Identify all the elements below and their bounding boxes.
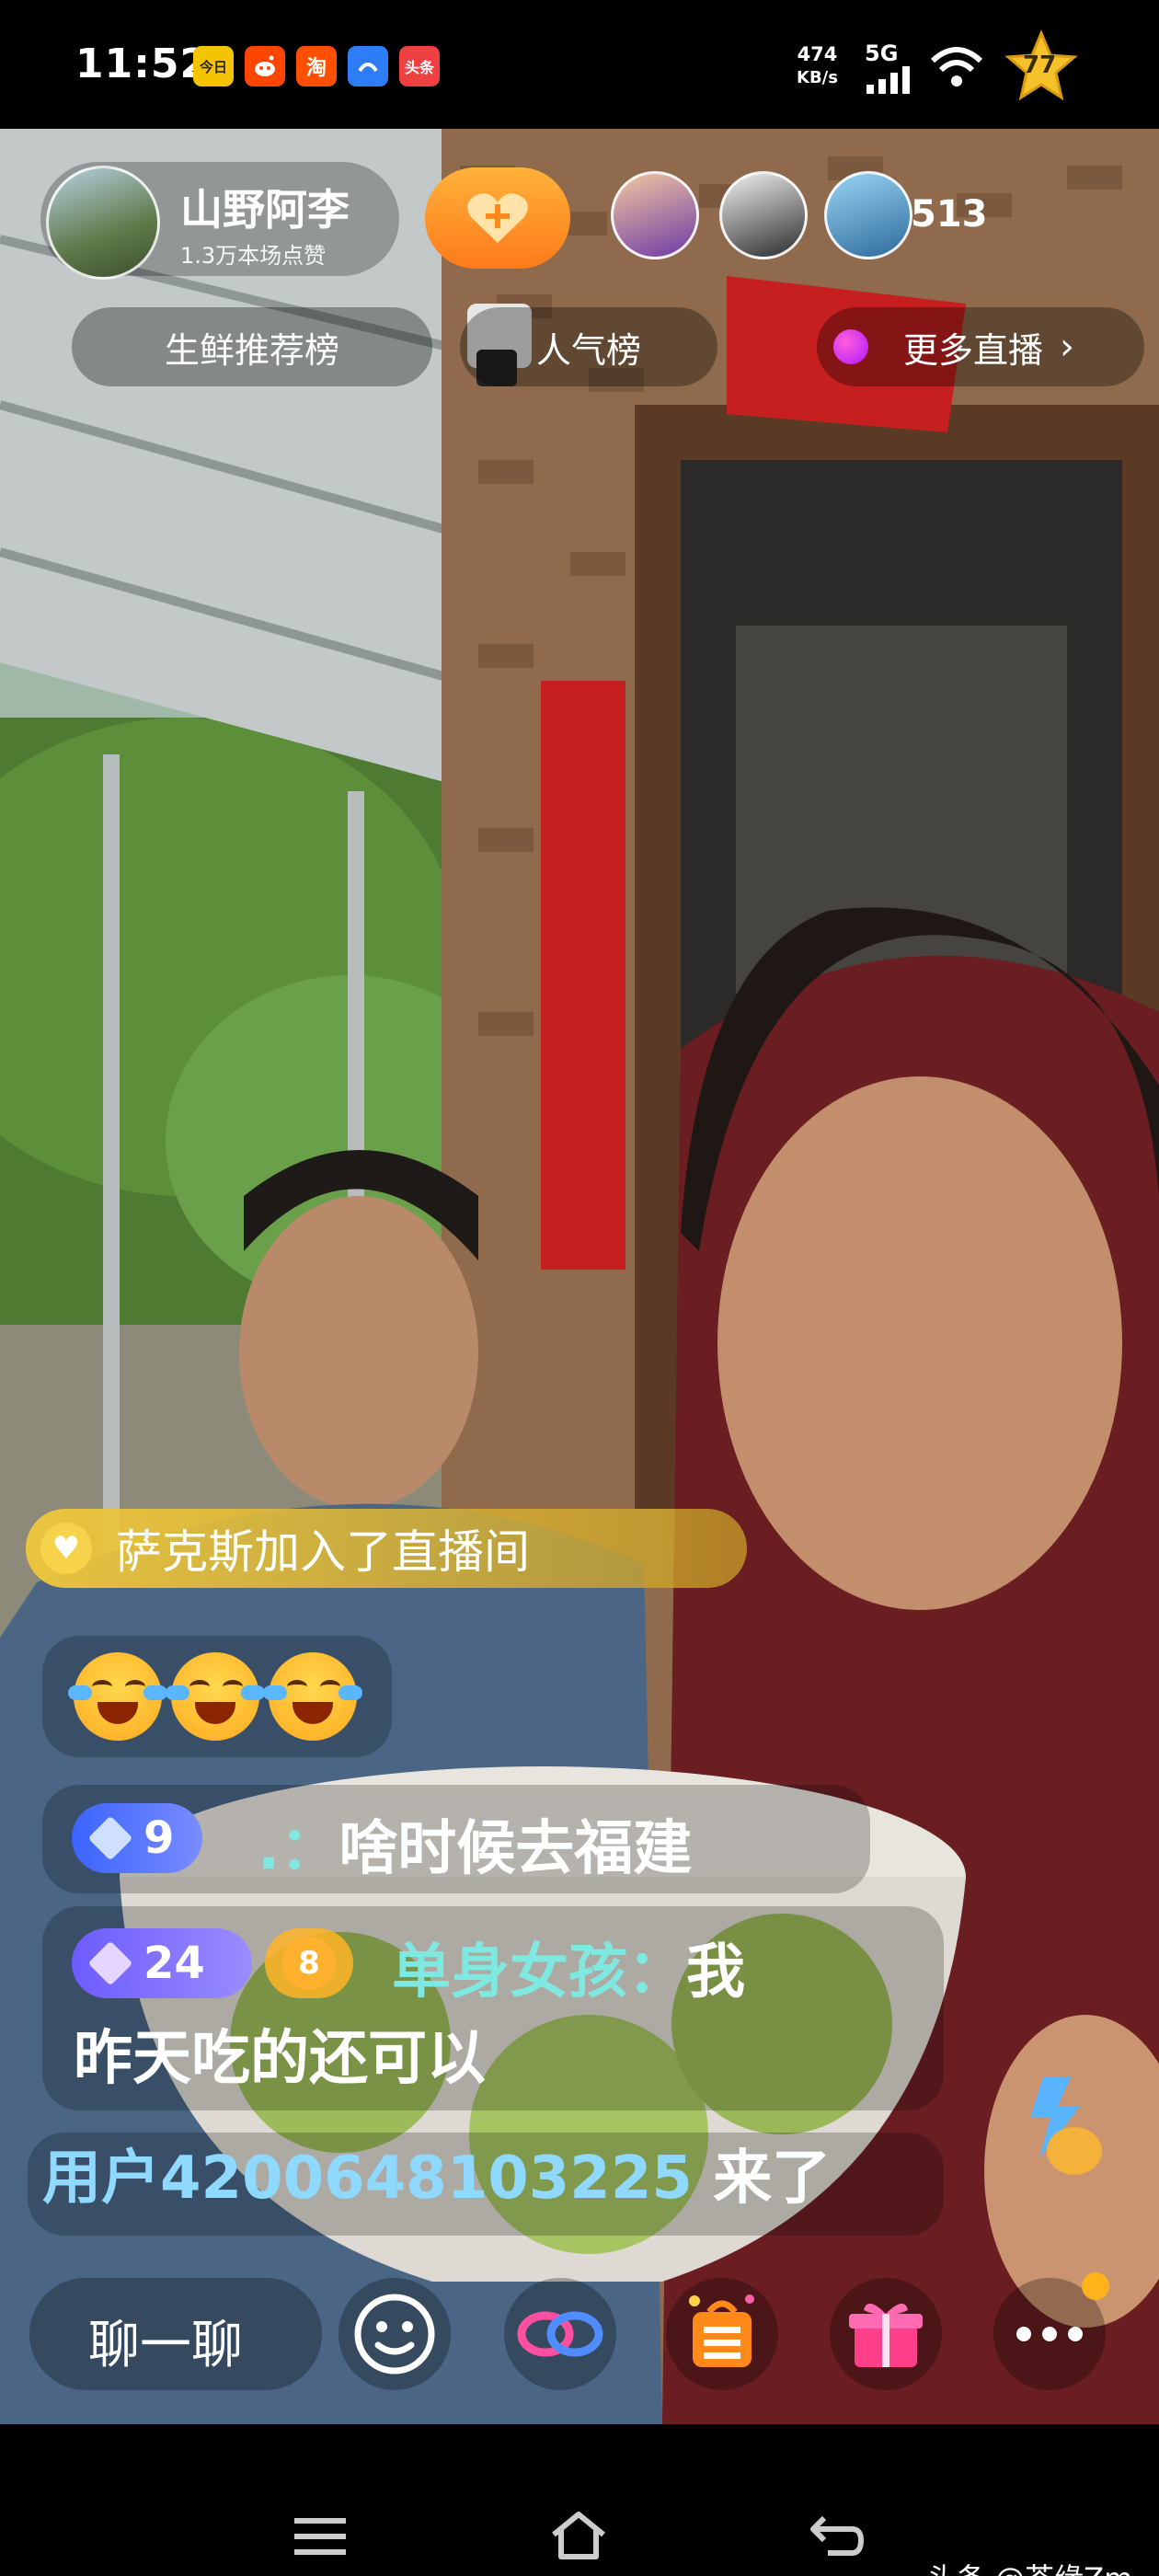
back-icon[interactable] (809, 2513, 865, 2559)
fresh-rank-label: 生鲜推荐榜 (164, 329, 339, 371)
emoji-button[interactable] (339, 2278, 451, 2390)
status-time: 11:52 (75, 40, 210, 87)
more-live-button[interactable]: 更多直播 › (817, 307, 1144, 386)
signal-icon (866, 66, 910, 94)
notification-dot (1082, 2272, 1109, 2300)
system-nav-bar (0, 2424, 1159, 2576)
net-speed-unit: KB/s (797, 68, 838, 87)
shop-button[interactable] (666, 2278, 778, 2390)
enter-notice: 用户4200648103225 来了 (42, 2131, 831, 2232)
host-avatar[interactable] (46, 166, 160, 280)
fan-level: 8 (282, 1937, 336, 1990)
emoji-icon (354, 2294, 435, 2375)
comment-user-2[interactable]: 单身女孩： (392, 1938, 686, 2007)
enter-user[interactable]: 用户4200648103225 (42, 2145, 693, 2213)
jinri-app-icon: 今日 (193, 46, 234, 86)
user-level-badge: 9 (72, 1803, 202, 1873)
shop-icon (689, 2294, 754, 2367)
diamond-icon (87, 1815, 133, 1861)
popularity-rank-button[interactable]: 人气榜 (460, 307, 717, 386)
taobao-app-icon: 淘 (296, 46, 337, 86)
crying-laughing-emoji (166, 1652, 265, 1741)
reddit-app-icon (245, 46, 285, 86)
fresh-rank-button[interactable]: 生鲜推荐榜 (72, 307, 432, 386)
join-user[interactable]: 萨克斯 (116, 1515, 254, 1581)
crying-laughing-emoji (68, 1652, 167, 1741)
live-stream-screen: 11:52 今日 淘 头条 474 KB/s 5G 77 山野阿李 1.3万本场… (0, 0, 1159, 2576)
comment-body-2a: 我 (686, 1938, 745, 2007)
net-speed-value: 474 (797, 43, 838, 65)
user-level: 9 (143, 1812, 175, 1864)
gesture-effect-icon[interactable] (1006, 2070, 1115, 2179)
comment-text-2-line1: 单身女孩：我 (392, 1925, 745, 2009)
more-live-label: 更多直播 (903, 329, 1044, 371)
gem-icon (87, 1940, 133, 1986)
enter-text: 来了 (713, 2145, 832, 2213)
viewer-avatar-2[interactable] (719, 171, 808, 259)
wifi-icon (930, 47, 983, 86)
host-likes: 1.3万本场点赞 (180, 243, 327, 269)
user-level: 24 (143, 1938, 205, 1989)
more-icon (1016, 2327, 1083, 2341)
host-name[interactable]: 山野阿李 (180, 177, 350, 237)
comment-user-sep[interactable]: .： (258, 1815, 339, 1883)
net-speed: 474 KB/s (797, 42, 838, 90)
join-notice: ♥ 萨克斯 加入了直播间 (26, 1509, 747, 1588)
gift-icon (849, 2303, 923, 2367)
link-icon (517, 2311, 603, 2357)
user-level-badge: 24 (72, 1928, 252, 1998)
watermark: 头条 @茶缘Zm (927, 2556, 1132, 2576)
crying-laughing-emoji (263, 1652, 362, 1741)
chevron-right-icon: › (1060, 326, 1075, 368)
viewer-avatar-3[interactable] (824, 171, 912, 259)
join-text: 加入了直播间 (254, 1525, 530, 1579)
comment-body-1: 啥时候去福建 (339, 1815, 693, 1883)
follow-button[interactable] (425, 167, 570, 269)
fan-level-badge: 8 (265, 1928, 353, 1998)
comment-text-1: .：啥时候去福建 (258, 1801, 692, 1886)
link-button[interactable] (504, 2278, 616, 2390)
star-count: 77 (1023, 52, 1057, 79)
heart-badge-icon: ♥ (40, 1523, 92, 1574)
menu-icon[interactable] (294, 2516, 346, 2557)
gift-button[interactable] (830, 2278, 942, 2390)
comment-text-2-line2: 昨天吃的还可以 (74, 2025, 486, 2093)
home-icon[interactable] (548, 2511, 609, 2560)
viewer-count[interactable]: 513 (911, 193, 988, 236)
popularity-rank-label: 人气榜 (535, 329, 641, 371)
network-type: 5G (865, 40, 899, 66)
status-bar: 11:52 今日 淘 头条 474 KB/s 5G 77 (0, 0, 1159, 129)
heart-plus-icon (467, 193, 528, 243)
blue-app-icon (348, 46, 388, 86)
viewer-avatar-1[interactable] (611, 171, 699, 259)
live-dot-icon (833, 329, 868, 364)
toutiao-app-icon: 头条 (399, 46, 440, 86)
chat-input-label: 聊一聊 (88, 2316, 243, 2375)
